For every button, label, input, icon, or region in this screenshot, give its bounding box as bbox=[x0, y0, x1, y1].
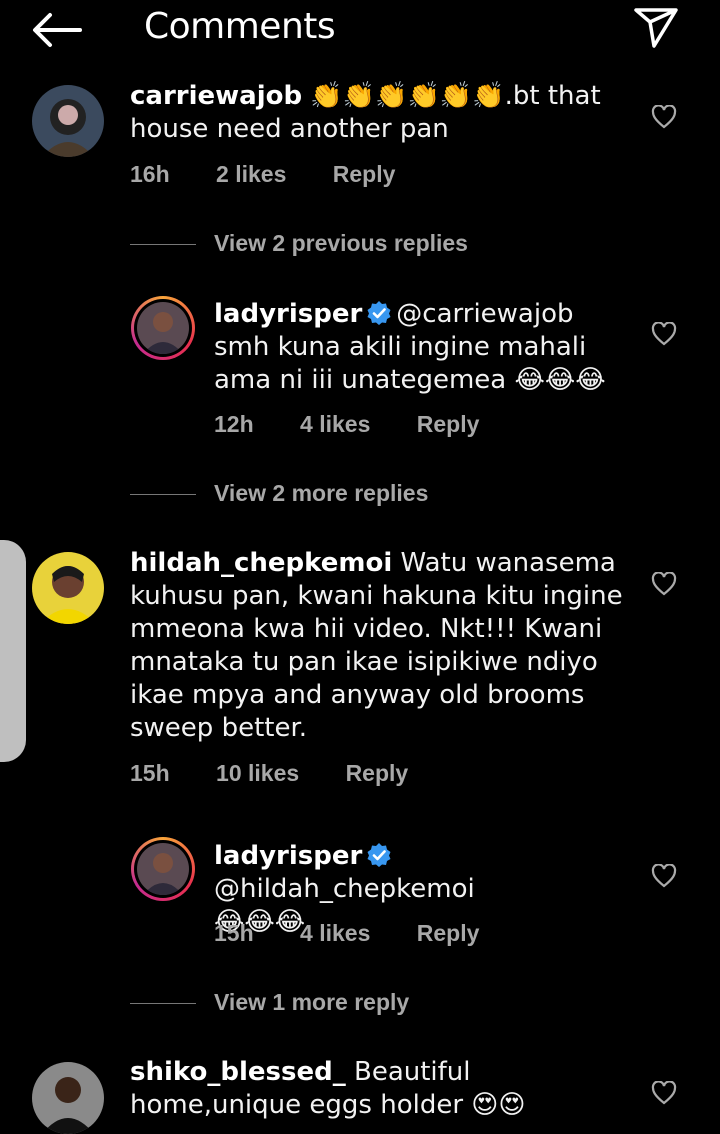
divider bbox=[130, 1003, 196, 1005]
view-replies-label: View 2 previous replies bbox=[214, 230, 468, 256]
reply-button[interactable]: Reply bbox=[346, 760, 409, 786]
username[interactable]: shiko_blessed_ bbox=[130, 1057, 346, 1087]
send-icon[interactable] bbox=[632, 6, 680, 50]
view-replies-label: View 1 more reply bbox=[214, 989, 410, 1015]
comment-text: ladyrisper @carriewajob smh kuna akili in… bbox=[214, 298, 634, 397]
username[interactable]: carriewajob bbox=[130, 81, 302, 111]
page-title: Comments bbox=[144, 6, 336, 47]
timestamp: 16h bbox=[130, 161, 170, 187]
comment-text: carriewajob 👏👏👏👏👏👏.bt that house need an… bbox=[130, 80, 610, 146]
verified-badge-icon bbox=[367, 301, 391, 325]
heart-icon[interactable] bbox=[651, 322, 677, 346]
view-replies-label: View 2 more replies bbox=[214, 480, 429, 506]
heart-icon[interactable] bbox=[651, 572, 677, 596]
header: Comments bbox=[0, 0, 720, 60]
view-replies-button[interactable]: View 2 more replies bbox=[130, 480, 428, 507]
likes-count[interactable]: 4 likes bbox=[300, 411, 370, 437]
reply-button[interactable]: Reply bbox=[333, 161, 396, 187]
divider bbox=[130, 244, 196, 246]
likes-count[interactable]: 2 likes bbox=[216, 161, 286, 187]
username[interactable]: ladyrisper bbox=[214, 299, 362, 329]
timestamp: 12h bbox=[214, 411, 254, 437]
username[interactable]: hildah_chepkemoi bbox=[130, 548, 392, 578]
view-replies-button[interactable]: View 2 previous replies bbox=[130, 230, 468, 257]
heart-icon[interactable] bbox=[651, 105, 677, 129]
heart-icon[interactable] bbox=[651, 1081, 677, 1105]
avatar[interactable] bbox=[32, 1062, 104, 1134]
divider bbox=[130, 494, 196, 496]
mention-link[interactable]: @carriewajob bbox=[396, 299, 573, 329]
comment-text: shiko_blessed_ Beautiful home,unique egg… bbox=[130, 1056, 620, 1122]
avatar bbox=[137, 843, 189, 895]
avatar[interactable] bbox=[32, 552, 104, 624]
arrow-left-icon[interactable] bbox=[30, 12, 82, 48]
avatar bbox=[137, 302, 189, 354]
view-replies-button[interactable]: View 1 more reply bbox=[130, 989, 409, 1016]
timestamp: 15h bbox=[214, 920, 254, 946]
heart-icon[interactable] bbox=[651, 864, 677, 888]
comment-meta: 12h 4 likes Reply bbox=[214, 411, 519, 438]
comment-meta: 15h 10 likes Reply bbox=[130, 760, 448, 787]
comment-meta: 15h 4 likes Reply bbox=[214, 920, 519, 947]
edge-panel-handle[interactable] bbox=[0, 540, 26, 762]
timestamp: 15h bbox=[130, 760, 170, 786]
verified-badge-icon bbox=[367, 843, 391, 867]
comment-text: hildah_chepkemoi Watu wanasema kuhusu pa… bbox=[130, 547, 630, 745]
reply-button[interactable]: Reply bbox=[417, 920, 480, 946]
likes-count[interactable]: 4 likes bbox=[300, 920, 370, 946]
username[interactable]: ladyrisper bbox=[214, 841, 362, 871]
comment-body: smh kuna akili ingine mahali ama ni iii … bbox=[214, 332, 606, 395]
mention-link[interactable]: @hildah_chepkemoi bbox=[214, 874, 475, 904]
likes-count[interactable]: 10 likes bbox=[216, 760, 299, 786]
comment-meta: 16h 2 likes Reply bbox=[130, 161, 435, 188]
avatar[interactable] bbox=[32, 85, 104, 157]
reply-button[interactable]: Reply bbox=[417, 411, 480, 437]
